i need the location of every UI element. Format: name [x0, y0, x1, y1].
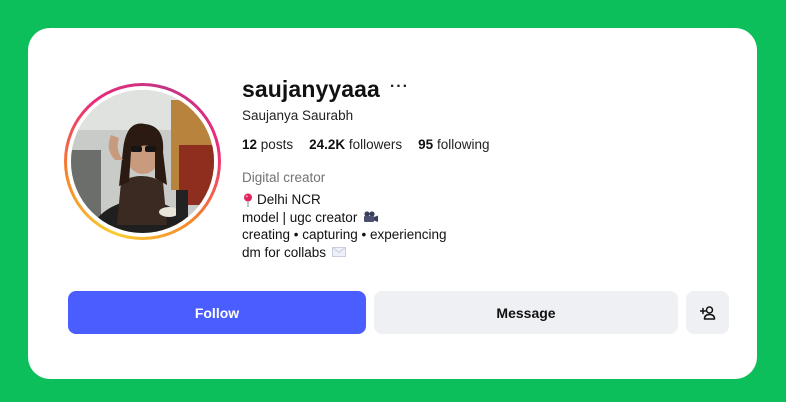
follow-button[interactable]: Follow	[68, 291, 366, 334]
round-pushpin-icon	[244, 193, 252, 207]
bio-line-tagline: creating • capturing • experiencing	[242, 226, 505, 244]
username-row: saujanyyaaa ···	[242, 72, 505, 106]
bio-line-location: Delhi NCR	[242, 191, 505, 209]
bio-location-text: Delhi NCR	[257, 192, 321, 207]
avatar-photo	[71, 90, 214, 233]
following-label: following	[436, 137, 490, 152]
posts-count: 12	[242, 137, 258, 152]
posts-stat[interactable]: 12 posts	[242, 137, 293, 152]
story-ring[interactable]	[64, 83, 221, 240]
profile-info: saujanyyaaa ··· Saujanya Saurabh 12 post…	[242, 72, 505, 261]
followers-stat[interactable]: 24.2K followers	[309, 137, 402, 152]
bio-line-role: model | ugc creator	[242, 209, 505, 227]
bio-contact-text: dm for collabs	[242, 244, 327, 260]
add-user-button[interactable]	[686, 291, 729, 334]
add-user-icon	[699, 305, 715, 320]
more-options-icon[interactable]: ···	[390, 79, 409, 95]
profile-stats: 12 posts 24.2K followers 95 following	[242, 137, 505, 152]
following-stat[interactable]: 95 following	[418, 137, 489, 152]
bio-role-text: model | ugc creator	[242, 209, 358, 225]
bio: Delhi NCR model | ugc creator creating •…	[242, 191, 505, 261]
message-button[interactable]: Message	[374, 291, 678, 334]
followers-count: 24.2K	[309, 137, 346, 152]
movie-camera-icon	[364, 211, 379, 223]
bio-tagline-text: creating • capturing • experiencing	[242, 227, 447, 242]
category-label: Digital creator	[242, 170, 326, 185]
posts-label: posts	[260, 137, 294, 152]
full-name: Saujanya Saurabh	[242, 108, 354, 123]
envelope-icon	[332, 247, 347, 258]
username: saujanyyaaa	[242, 75, 380, 102]
profile-avatar[interactable]	[71, 90, 214, 233]
bio-line-contact: dm for collabs	[242, 244, 505, 262]
profile-card: saujanyyaaa ··· Saujanya Saurabh 12 post…	[28, 28, 757, 379]
following-count: 95	[418, 137, 434, 152]
followers-label: followers	[348, 137, 403, 152]
